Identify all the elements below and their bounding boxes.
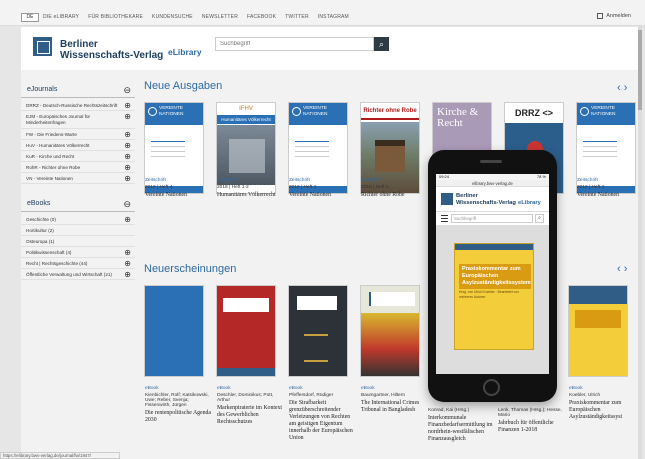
expand-icon[interactable]: ⊕ — [124, 100, 131, 110]
login-link[interactable]: Anmelden — [597, 13, 631, 19]
sidebar-item-drrz[interactable]: DRRZ - Deutsch-Russische Rechtszeitschri… — [21, 100, 135, 111]
nav-newsletter[interactable]: NEWSLETTER — [202, 14, 238, 20]
issue-meta-2[interactable]: Zeitschrift 2018 | Heft 1-2 Humanitäres Vö… — [217, 178, 283, 199]
logo-icon[interactable] — [33, 37, 52, 56]
issue-meta-1[interactable]: Zeitschrift 2018 | Heft 4 Vereinte Natione… — [145, 178, 211, 199]
phone-home-button — [483, 379, 500, 396]
ebook-meta-4[interactable]: eBook Baumgartner, Hiltern The Internation… — [361, 386, 427, 414]
issue-meta-3[interactable]: Zeitschrift 2018 | Heft 1 Vereinte Natione… — [289, 178, 355, 199]
sidebar-item-osteuropa[interactable]: Osteuropa (1) — [21, 236, 135, 247]
brand-line1: Berliner — [60, 39, 98, 50]
brand-line2: Wissenschafts-Verlag — [60, 50, 164, 61]
phone-battery: 78 % — [536, 174, 546, 179]
phone-book-cover[interactable]: Praxiskommentar zum Europäischen Asylzus… — [454, 243, 534, 350]
ebook-meta-1[interactable]: eBook Kienbichler, Rolf; Katsikowski, Uwe… — [145, 386, 211, 424]
site-header: Berliner Wissenschafts-Verlag eLibrary ⌕ — [21, 27, 640, 70]
ejournals-header[interactable]: eJournals ⊖ — [21, 84, 135, 98]
nav-bibliothekare[interactable]: FÜR BIBLIOTHEKARE — [88, 14, 143, 20]
sidebar-item-fw[interactable]: FW - Die Friedens-Warte ⊕ — [21, 129, 135, 140]
phone-search-input[interactable]: Suchbegriff — [451, 214, 533, 223]
cover-ebook-1[interactable] — [144, 285, 204, 377]
expand-icon[interactable]: ⊕ — [124, 162, 131, 172]
phone-search-icon[interactable]: ⌕ — [535, 214, 544, 223]
neue-ausgaben-title: Neue Ausgaben — [144, 80, 223, 92]
top-bar: DE DIE eLIBRARY FÜR BIBLIOTHEKARE KUNDEN… — [0, 0, 645, 26]
phone-screen: 09:24 78 % elibrary.bwv-verlag.de Berline… — [436, 174, 549, 374]
phone-book-stage: Praxiskommentar zum Europäischen Asylzus… — [436, 225, 549, 374]
ebook-meta-6[interactable]: Lenk, Thomas (Hrsg.); Hesse, Mario Jahrbu… — [498, 406, 564, 434]
nav-facebook[interactable]: FACEBOOK — [247, 14, 276, 20]
carousel-arrows-2[interactable]: ‹ › — [617, 263, 627, 275]
phone-elibrary-label: eLibrary — [518, 200, 541, 206]
ebooks-title: eBooks — [27, 200, 51, 207]
un-emblem-icon — [580, 107, 589, 116]
smartphone-mockup: 09:24 78 % elibrary.bwv-verlag.de Berline… — [428, 150, 557, 402]
search-icon: ⌕ — [378, 39, 385, 49]
phone-time: 09:24 — [439, 174, 450, 179]
phone-brand-line1: Berliner — [456, 193, 478, 199]
issue-meta-4[interactable]: Zeitschrift 2018 | Heft 1 Richter ohne Rob… — [361, 178, 427, 199]
search-button[interactable]: ⌕ — [374, 37, 389, 51]
collapse-icon[interactable]: ⊖ — [123, 85, 131, 96]
phone-book-authors: Hrsg. von Ulrich Koebler · Bearbeitet vo… — [459, 290, 519, 299]
expand-icon[interactable]: ⊕ — [124, 173, 131, 183]
cover-ebook-3[interactable] — [288, 285, 348, 377]
cover-ebook-2[interactable] — [216, 285, 276, 377]
expand-icon[interactable]: ⊕ — [124, 247, 131, 257]
ebook-meta-5[interactable]: Konrad, Kai (Hrsg.) Interkommunale Finanz… — [428, 406, 494, 443]
expand-icon[interactable]: ⊕ — [124, 214, 131, 224]
neuerscheinungen-title: Neuerscheinungen — [144, 263, 237, 275]
browser-status-url: https://elibrary.bwv-verlag.de/journal/f… — [0, 452, 120, 459]
ebook-meta-3[interactable]: eBook Pfeffersdorf, Rüdiger Die Strafbarke… — [289, 386, 355, 442]
ebooks-header[interactable]: eBooks ⊖ — [21, 198, 135, 212]
issue-meta-5[interactable]: Zeitschrift 2018 | Heft 1 Vereinte Natione… — [577, 178, 643, 199]
expand-icon[interactable]: ⊕ — [124, 269, 131, 279]
sidebar-item-recht[interactable]: Recht | Rechtsgeschichte (44) ⊕ — [21, 258, 135, 269]
sidebar-item-hortikultur[interactable]: Hortikultur (2) — [21, 225, 135, 236]
logo-icon[interactable] — [441, 193, 453, 205]
un-emblem-icon — [148, 107, 157, 116]
sidebar-item-verwaltung[interactable]: Öffentliche Verwaltung und Wirtschaft (2… — [21, 269, 135, 280]
sidebar-item-huv[interactable]: HuV - Humanitäres Völkerrecht ⊕ — [21, 140, 135, 151]
hamburger-menu-icon[interactable] — [441, 215, 448, 222]
nav-kundensuche[interactable]: KUNDENSUCHE — [152, 14, 193, 20]
phone-url-bar[interactable]: elibrary.bwv-verlag.de — [436, 180, 549, 187]
sidebar: eJournals ⊖ DRRZ - Deutsch-Russische Rec… — [21, 84, 135, 280]
phone-search-bar: Suchbegriff ⌕ — [436, 211, 549, 225]
phone-header: Berliner Wissenschafts-Verlag eLibrary — [436, 187, 549, 211]
sidebar-item-geschichte[interactable]: Geschichte (0) ⊕ — [21, 214, 135, 225]
page-scrollbar[interactable] — [638, 26, 642, 459]
sidebar-item-vn[interactable]: VN - Vereinte Nationen ⊕ — [21, 173, 135, 184]
expand-icon[interactable]: ⊕ — [124, 151, 131, 161]
expand-icon[interactable]: ⊕ — [124, 111, 131, 122]
expand-icon[interactable]: ⊕ — [124, 140, 131, 150]
collapse-icon[interactable]: ⊖ — [123, 199, 131, 210]
phone-speaker — [480, 160, 502, 163]
phone-brand-line2: Wissenschafts-Verlag — [456, 200, 516, 206]
login-label: Anmelden — [606, 13, 631, 19]
cover-ebook-4[interactable] — [360, 285, 420, 377]
lock-icon — [597, 13, 604, 19]
ebook-meta-2[interactable]: eBook Deschler, Dominikus; Pott, Arthur Ma… — [217, 386, 283, 426]
carousel-arrows-1[interactable]: ‹ › — [617, 82, 627, 94]
neuerscheinungen-covers — [144, 285, 420, 377]
expand-icon[interactable]: ⊕ — [124, 258, 131, 268]
ebook-meta-7[interactable]: eBook Koebler, Ulrich Praxiskommentar zum … — [569, 386, 635, 421]
cover-ebook-7[interactable] — [568, 285, 628, 377]
un-emblem-icon — [292, 107, 301, 116]
language-select[interactable]: DE — [21, 13, 39, 22]
search-input[interactable] — [215, 37, 374, 51]
top-nav: DIE eLIBRARY FÜR BIBLIOTHEKARE KUNDENSUC… — [43, 14, 349, 20]
sidebar-item-rohr[interactable]: RohR - Richter ohne Robe ⊕ — [21, 162, 135, 173]
sidebar-item-ejm[interactable]: EJM - Europäisches Journal für Minderhei… — [21, 111, 135, 129]
sidebar-item-politik[interactable]: Politikwissenschaft (4) ⊕ — [21, 247, 135, 258]
nav-die-elibrary[interactable]: DIE eLIBRARY — [43, 14, 79, 20]
nav-instagram[interactable]: INSTAGRAM — [318, 14, 349, 20]
phone-book-title: Praxiskommentar zum Europäischen Asylzus… — [459, 264, 531, 289]
sidebar-item-kur[interactable]: KuR - Kirche und Recht ⊕ — [21, 151, 135, 162]
elibrary-label: eLibrary — [168, 47, 202, 57]
expand-icon[interactable]: ⊕ — [124, 129, 131, 139]
ejournals-title: eJournals — [27, 86, 58, 93]
nav-twitter[interactable]: TWITTER — [285, 14, 309, 20]
